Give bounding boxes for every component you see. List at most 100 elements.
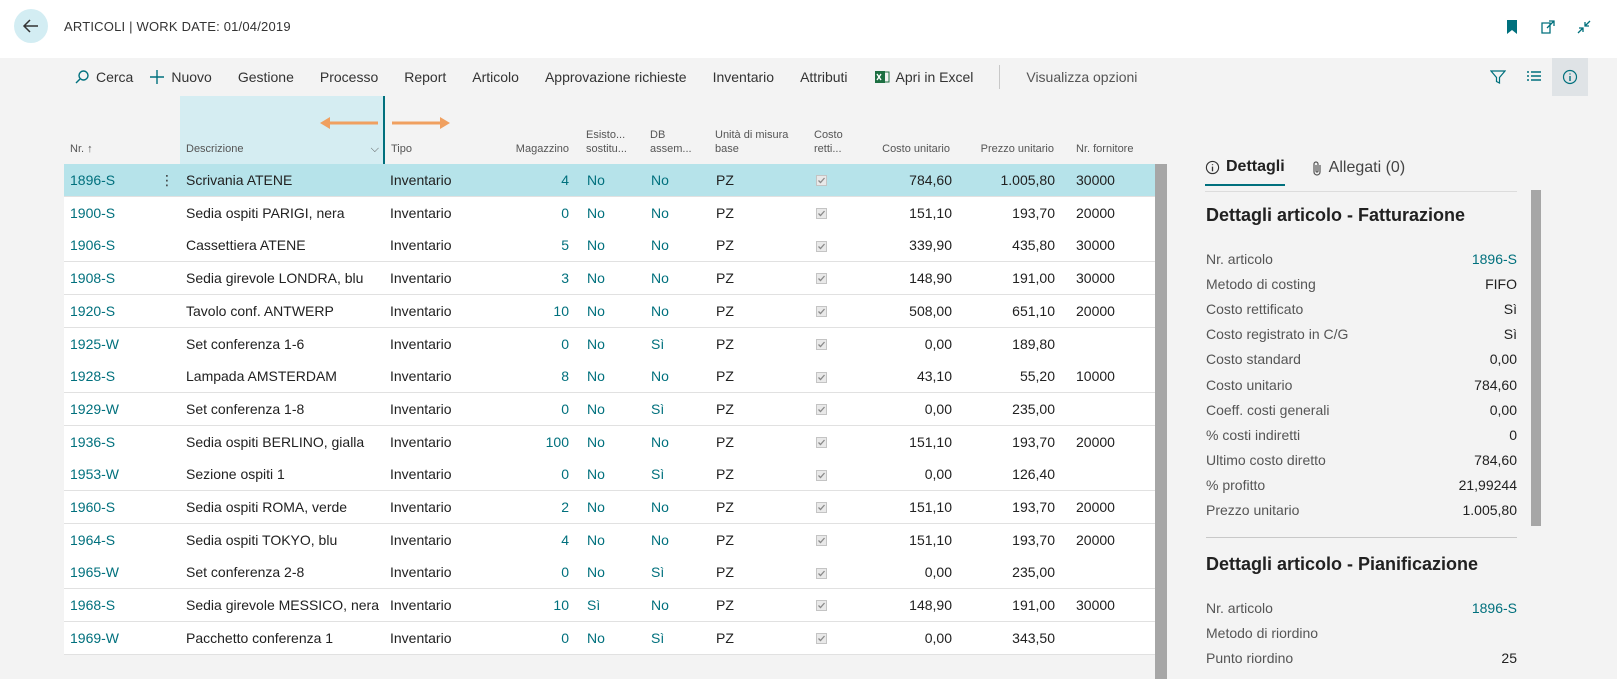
table-row[interactable]: 1908-S Sedia girevole LONDRA, blu Inventar…: [64, 262, 1155, 296]
cell-no[interactable]: 1906-S: [70, 229, 160, 261]
cell-substitutes[interactable]: No: [587, 328, 642, 360]
cell-stock[interactable]: 0: [485, 393, 569, 425]
filter-icon[interactable]: [1480, 58, 1516, 96]
cell-assembly-bom[interactable]: No: [651, 164, 706, 196]
cell-substitutes[interactable]: No: [587, 393, 642, 425]
cell-no[interactable]: 1968-S: [70, 589, 160, 621]
table-row[interactable]: 1953-W Sezione ospiti 1 Inventario 0 No Sì PZ 0…: [64, 458, 1155, 492]
cell-stock[interactable]: 3: [485, 262, 569, 294]
cell-stock[interactable]: 5: [485, 229, 569, 261]
cell-stock[interactable]: 8: [485, 360, 569, 392]
open-in-excel-button[interactable]: Apri in Excel: [874, 69, 973, 85]
cell-stock[interactable]: 4: [485, 524, 569, 556]
column-header-vendor-no[interactable]: Nr. fornitore: [1070, 96, 1155, 164]
table-row[interactable]: 1925-W Set conferenza 1-6 Inventario 0 No Sì P…: [64, 327, 1155, 361]
table-row[interactable]: 1960-S Sedia ospiti ROMA, verde Inventario…: [64, 491, 1155, 524]
cell-assembly-bom[interactable]: No: [651, 360, 706, 392]
cell-substitutes[interactable]: No: [587, 491, 642, 523]
list-view-icon[interactable]: [1516, 58, 1552, 96]
cell-assembly-bom[interactable]: No: [651, 295, 706, 327]
cell-substitutes[interactable]: No: [587, 262, 642, 294]
cell-no[interactable]: 1925-W: [70, 328, 160, 360]
cell-assembly-bom[interactable]: No: [651, 262, 706, 294]
list-scrollbar[interactable]: [1155, 164, 1167, 679]
cell-substitutes[interactable]: No: [587, 458, 642, 490]
cell-assembly-bom[interactable]: Sì: [651, 458, 706, 490]
column-header-unit-cost[interactable]: Costo unitario: [854, 96, 956, 164]
cell-substitutes[interactable]: No: [587, 164, 642, 196]
column-header-description[interactable]: Descrizione ⌵: [180, 96, 383, 164]
cell-substitutes[interactable]: No: [587, 556, 642, 588]
field-value[interactable]: 1896-S: [1472, 251, 1517, 267]
view-options-button[interactable]: Visualizza opzioni: [1026, 69, 1137, 85]
cell-no[interactable]: 1900-S: [70, 197, 160, 229]
cell-substitutes[interactable]: Sì: [587, 589, 642, 621]
table-row[interactable]: 1936-S Sedia ospiti BERLINO, gialla Invent…: [64, 425, 1155, 459]
cell-substitutes[interactable]: No: [587, 360, 642, 392]
cell-no[interactable]: 1960-S: [70, 491, 160, 523]
cell-assembly-bom[interactable]: Sì: [651, 622, 706, 654]
cell-no[interactable]: 1920-S: [70, 295, 160, 327]
cell-no[interactable]: 1908-S: [70, 262, 160, 294]
table-row[interactable]: 1928-S Lampada AMSTERDAM Inventario 8 No No PZ…: [64, 360, 1155, 394]
cell-assembly-bom[interactable]: Sì: [651, 556, 706, 588]
tab-attachments[interactable]: Allegati (0): [1311, 158, 1405, 186]
cell-assembly-bom[interactable]: No: [651, 589, 706, 621]
column-header-type[interactable]: Tipo: [385, 96, 485, 164]
cell-assembly-bom[interactable]: No: [651, 524, 706, 556]
info-pane-icon[interactable]: [1552, 58, 1588, 96]
cell-no[interactable]: 1896-S: [70, 164, 160, 196]
cell-no[interactable]: 1936-S: [70, 426, 160, 458]
table-row[interactable]: 1929-W Set conferenza 1-8 Inventario 0 No Sì P…: [64, 392, 1155, 426]
new-button[interactable]: Nuovo: [149, 69, 212, 85]
cell-assembly-bom[interactable]: No: [651, 229, 706, 261]
item-menu[interactable]: Articolo: [472, 69, 519, 85]
column-header-assembly-bom[interactable]: DB assem...: [644, 96, 704, 164]
cell-assembly-bom[interactable]: Sì: [651, 393, 706, 425]
report-menu[interactable]: Report: [404, 69, 446, 85]
chevron-down-icon[interactable]: ⌵: [371, 142, 379, 156]
column-header-base-uom[interactable]: Unità di misura base: [709, 96, 799, 164]
column-header-unit-price[interactable]: Prezzo unitario: [956, 96, 1060, 164]
open-new-window-icon[interactable]: [1539, 18, 1557, 36]
cell-no[interactable]: 1964-S: [70, 524, 160, 556]
cell-assembly-bom[interactable]: No: [651, 426, 706, 458]
cell-stock[interactable]: 0: [485, 622, 569, 654]
cell-substitutes[interactable]: No: [587, 197, 642, 229]
row-actions-icon[interactable]: ⋮: [160, 164, 172, 196]
table-row[interactable]: 1896-S Scrivania ATENE Inventario 4 No No PZ 78…: [64, 164, 1155, 197]
collapse-icon[interactable]: [1575, 18, 1593, 36]
field-value[interactable]: 1896-S: [1472, 600, 1517, 616]
cell-stock[interactable]: 0: [485, 458, 569, 490]
table-row[interactable]: 1920-S Tavolo conf. ANTWERP Inventario 10 No…: [64, 294, 1155, 328]
inventory-menu[interactable]: Inventario: [713, 69, 774, 85]
cell-substitutes[interactable]: No: [587, 622, 642, 654]
table-row[interactable]: 1900-S Sedia ospiti PARIGI, nera Inventari…: [64, 196, 1155, 230]
cell-stock[interactable]: 0: [485, 556, 569, 588]
cell-stock[interactable]: 0: [485, 328, 569, 360]
cell-assembly-bom[interactable]: No: [651, 491, 706, 523]
back-button[interactable]: [14, 9, 48, 43]
attributes-menu[interactable]: Attributi: [800, 69, 847, 85]
table-row[interactable]: 1906-S Cassettiera ATENE Inventario 5 No No PZ…: [64, 229, 1155, 263]
cell-stock[interactable]: 100: [485, 426, 569, 458]
cell-stock[interactable]: 2: [485, 491, 569, 523]
manage-menu[interactable]: Gestione: [238, 69, 294, 85]
cell-no[interactable]: 1969-W: [70, 622, 160, 654]
table-row[interactable]: 1964-S Sedia ospiti TOKYO, blu Inventario 4…: [64, 523, 1155, 557]
table-row[interactable]: 1969-W Pacchetto conferenza 1 Inventario 0 N…: [64, 621, 1155, 655]
cell-stock[interactable]: 10: [485, 295, 569, 327]
cell-stock[interactable]: 0: [485, 197, 569, 229]
approvals-menu[interactable]: Approvazione richieste: [545, 69, 687, 85]
cell-substitutes[interactable]: No: [587, 426, 642, 458]
cell-substitutes[interactable]: No: [587, 229, 642, 261]
column-resize-handle[interactable]: [383, 96, 385, 164]
search-button[interactable]: Cerca: [74, 69, 133, 85]
bookmark-icon[interactable]: [1503, 18, 1521, 36]
cell-stock[interactable]: 10: [485, 589, 569, 621]
cell-stock[interactable]: 4: [485, 164, 569, 196]
cell-substitutes[interactable]: No: [587, 524, 642, 556]
column-header-stock[interactable]: Magazzino: [485, 96, 575, 164]
table-row[interactable]: 1968-S Sedia girevole MESSICO, nera Invent…: [64, 589, 1155, 623]
cell-no[interactable]: 1965-W: [70, 556, 160, 588]
